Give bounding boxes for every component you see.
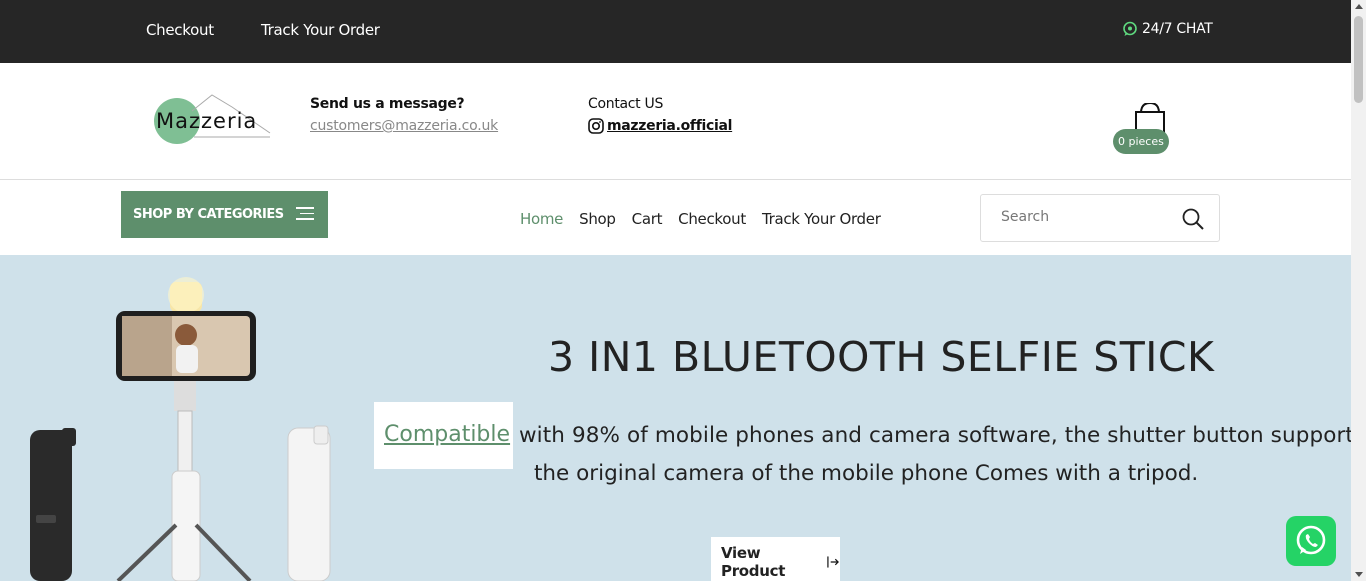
search-box bbox=[980, 194, 1220, 242]
menu-lines-icon bbox=[296, 207, 314, 224]
selfie-stick-product-image bbox=[30, 277, 331, 581]
chat-link[interactable]: 24/7 CHAT bbox=[1122, 21, 1213, 37]
hero-banner: 3 IN1 BLUETOOTH SELFIE STICK Compatible … bbox=[0, 255, 1351, 581]
menu-item-checkout[interactable]: Checkout bbox=[678, 210, 746, 228]
contact-block: Contact US mazzeria.official bbox=[588, 96, 732, 134]
menu-item-home[interactable]: Home bbox=[520, 210, 563, 228]
scroll-up-arrow-icon[interactable] bbox=[1355, 4, 1363, 9]
categories-label: SHOP BY CATEGORIES bbox=[133, 207, 284, 222]
whatsapp-icon bbox=[1296, 525, 1326, 555]
view-product-label: View Product bbox=[721, 544, 786, 580]
arrow-right-icon bbox=[827, 556, 840, 568]
compatible-highlight[interactable]: Compatible bbox=[374, 402, 513, 469]
cart-button[interactable]: 0 pieces bbox=[1113, 103, 1169, 159]
cart-count-badge: 0 pieces bbox=[1113, 129, 1169, 154]
chat-label: 24/7 CHAT bbox=[1142, 21, 1213, 37]
message-block: Send us a message? customers@mazzeria.co… bbox=[310, 96, 498, 134]
message-title: Send us a message? bbox=[310, 96, 465, 112]
scroll-down-arrow-icon[interactable] bbox=[1355, 572, 1363, 577]
menu-item-shop[interactable]: Shop bbox=[579, 210, 616, 228]
menu-item-cart[interactable]: Cart bbox=[632, 210, 663, 228]
hero-title: 3 IN1 BLUETOOTH SELFIE STICK bbox=[548, 333, 1215, 381]
topbar-checkout-link[interactable]: Checkout bbox=[146, 21, 214, 39]
topbar-track-order-link[interactable]: Track Your Order bbox=[261, 21, 380, 39]
logo-text: Mazzeria bbox=[156, 109, 258, 133]
compatible-link[interactable]: Compatible bbox=[384, 422, 510, 447]
instagram-icon bbox=[588, 118, 604, 134]
site-logo[interactable]: Mazzeria bbox=[152, 93, 272, 153]
hero-description-line-2: the original camera of the mobile phone … bbox=[534, 461, 1199, 486]
search-input[interactable] bbox=[1001, 209, 1171, 225]
search-icon[interactable] bbox=[1181, 207, 1205, 231]
instagram-link[interactable]: mazzeria.official bbox=[588, 118, 732, 134]
main-nav: SHOP BY CATEGORIES Home Shop Cart Checko… bbox=[0, 181, 1351, 255]
contact-title: Contact US bbox=[588, 96, 664, 112]
email-link[interactable]: customers@mazzeria.co.uk bbox=[310, 118, 498, 134]
main-menu: Home Shop Cart Checkout Track Your Order bbox=[520, 210, 897, 228]
whatsapp-chat-button[interactable] bbox=[1286, 516, 1336, 566]
shop-by-categories-button[interactable]: SHOP BY CATEGORIES bbox=[121, 191, 328, 238]
scrollbar-thumb[interactable] bbox=[1354, 16, 1363, 103]
view-product-button[interactable]: View Product bbox=[711, 537, 840, 581]
page-scrollbar[interactable] bbox=[1351, 0, 1366, 581]
top-bar: Checkout Track Your Order 24/7 CHAT bbox=[0, 0, 1351, 63]
instagram-handle: mazzeria.official bbox=[607, 118, 733, 134]
menu-item-track-order[interactable]: Track Your Order bbox=[762, 210, 881, 228]
hero-description-line-1: with 98% of mobile phones and camera sof… bbox=[519, 423, 1351, 448]
site-header: Mazzeria Send us a message? customers@ma… bbox=[0, 63, 1351, 180]
chat-bubble-icon bbox=[1123, 21, 1137, 36]
